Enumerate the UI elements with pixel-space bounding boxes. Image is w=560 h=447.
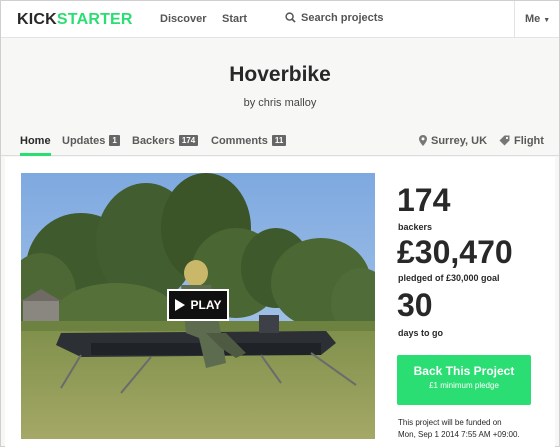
chevron-down-icon: ▼ (543, 17, 551, 24)
tab-backers-label: Backers (132, 135, 175, 147)
funding-deadline-note: This project will be funded on Mon, Sep … (398, 417, 548, 441)
tab-home[interactable]: Home (20, 135, 51, 156)
days-to-go-label: days to go (398, 328, 444, 338)
tab-home-label: Home (20, 135, 51, 147)
logo-text-starter: STARTER (56, 11, 133, 28)
search-placeholder: Search projects (301, 12, 384, 24)
project-creator[interactable]: by chris malloy (1, 97, 559, 109)
tag-icon (499, 135, 510, 146)
tab-updates[interactable]: Updates 1 (62, 135, 120, 147)
project-category-label: Flight (514, 135, 544, 147)
pledged-label: pledged of £30,000 goal (398, 273, 500, 283)
tab-comments[interactable]: Comments 11 (211, 135, 287, 147)
project-tabs: Home Updates 1 Backers 174 Comments 11 Surr… (1, 128, 559, 156)
days-to-go-count: 30 (397, 287, 433, 323)
nav-discover-link[interactable]: Discover (160, 13, 206, 25)
minimum-pledge-label: £1 minimum pledge (429, 381, 499, 390)
video-play-label: PLAY (190, 298, 222, 312)
user-menu-button[interactable]: Me ▼ (514, 1, 559, 37)
backers-label: backers (398, 222, 433, 232)
location-pin-icon (419, 135, 427, 146)
tab-updates-label: Updates (62, 135, 106, 147)
project-location-link[interactable]: Surrey, UK (419, 135, 487, 147)
search-input[interactable]: Search projects (285, 12, 384, 24)
funding-note-line2: Mon, Sep 1 2014 7:55 AM +09:00. (398, 430, 520, 439)
project-location-label: Surrey, UK (431, 135, 488, 147)
search-icon (285, 12, 296, 23)
pledged-amount: £30,470 (397, 234, 513, 270)
comments-count-badge: 11 (271, 135, 287, 146)
backers-count: 174 (397, 182, 451, 218)
project-category-link[interactable]: Flight (499, 135, 544, 147)
tab-comments-label: Comments (211, 135, 268, 147)
back-this-project-label: Back This Project (413, 364, 515, 378)
funding-note-line1: This project will be funded on (398, 418, 502, 427)
project-title: Hoverbike (229, 63, 331, 86)
kickstarter-logo[interactable]: KICKSTARTER (17, 11, 133, 29)
play-icon (174, 299, 185, 311)
nav-start-link[interactable]: Start (222, 13, 247, 25)
video-play-button[interactable]: PLAY (167, 289, 229, 321)
logo-text-kick: KICK (17, 11, 57, 28)
tab-backers[interactable]: Backers 174 (132, 135, 199, 147)
user-menu-label: Me (525, 13, 541, 25)
updates-count-badge: 1 (109, 135, 120, 146)
backers-count-badge: 174 (178, 135, 199, 146)
back-this-project-button[interactable]: Back This Project £1 minimum pledge (397, 355, 531, 405)
top-navigation: KICKSTARTER Discover Start Search projec… (1, 1, 559, 38)
